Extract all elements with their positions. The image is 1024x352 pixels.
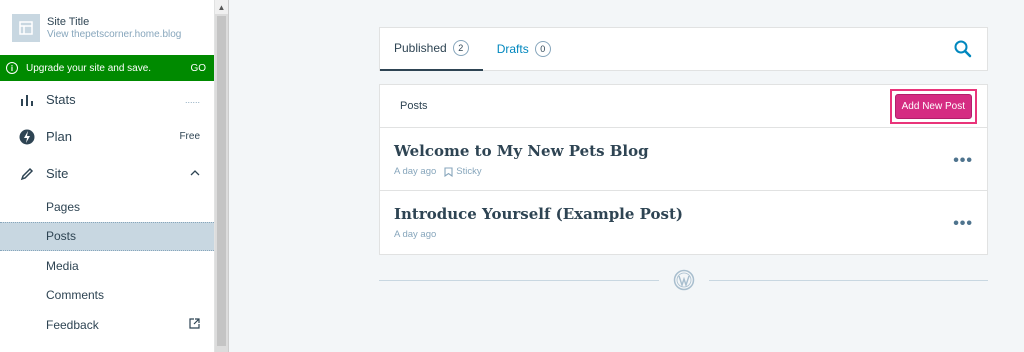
plan-icon — [18, 128, 36, 146]
sidebar-item-posts[interactable]: Posts — [0, 221, 214, 251]
sidebar-item-label: Stats — [46, 92, 76, 107]
add-post-highlight: Add New Post — [889, 88, 977, 124]
posts-list: Posts Add New Post Welcome to My New Pet… — [379, 84, 988, 255]
scroll-thumb[interactable] — [217, 16, 226, 346]
sidebar-item-media[interactable]: Media — [0, 251, 214, 281]
scroll-up-arrow-icon[interactable]: ▲ — [215, 0, 228, 14]
sidebar-item-stats[interactable]: Stats ...... — [0, 81, 214, 118]
sidebar: Site Title View thepetscorner.home.blog … — [0, 0, 215, 352]
posts-header-label: Posts — [400, 100, 428, 112]
stats-icon — [18, 91, 36, 109]
bookmark-icon — [444, 166, 453, 177]
wordpress-logo-icon — [673, 269, 695, 291]
tab-label: Published — [394, 41, 447, 55]
post-meta: A day ago Sticky — [394, 166, 973, 177]
stats-sparkline: ...... — [184, 94, 200, 105]
post-status-tabs: Published 2 Drafts 0 — [379, 27, 988, 71]
list-item[interactable]: Introduce Yourself (Example Post) A day … — [380, 191, 987, 254]
search-icon[interactable] — [953, 39, 973, 59]
add-new-post-button[interactable]: Add New Post — [894, 93, 972, 119]
post-title[interactable]: Welcome to My New Pets Blog — [394, 142, 973, 160]
tab-count: 0 — [534, 41, 551, 57]
site-icon — [12, 13, 40, 42]
post-date: A day ago — [394, 229, 437, 240]
tab-published[interactable]: Published 2 — [380, 27, 483, 71]
sticky-label: Sticky — [456, 166, 482, 177]
tab-drafts[interactable]: Drafts 0 — [483, 27, 565, 71]
divider-line — [708, 279, 988, 281]
upgrade-text: Upgrade your site and save. — [26, 62, 152, 74]
footer-divider — [379, 268, 988, 292]
sidebar-item-pages[interactable]: Pages — [0, 192, 214, 222]
posts-header: Posts Add New Post — [380, 85, 987, 128]
chevron-up-icon[interactable] — [190, 168, 200, 179]
site-title: Site Title — [47, 15, 90, 28]
sidebar-item-comments[interactable]: Comments — [0, 281, 214, 311]
post-meta: A day ago — [394, 229, 973, 240]
sidebar-item-label: Site — [46, 166, 69, 181]
upgrade-banner[interactable]: i Upgrade your site and save. GO — [0, 55, 214, 81]
pencil-icon — [18, 165, 36, 183]
more-options-icon[interactable]: ••• — [953, 152, 973, 170]
external-link-icon — [189, 318, 200, 332]
divider-line — [379, 279, 659, 281]
list-item[interactable]: Welcome to My New Pets Blog A day ago St… — [380, 128, 987, 191]
post-date: A day ago — [394, 166, 437, 177]
sidebar-item-feedback[interactable]: Feedback — [0, 310, 214, 340]
sticky-badge: Sticky — [444, 166, 482, 177]
upgrade-go-link[interactable]: GO — [190, 63, 206, 74]
tab-label: Drafts — [496, 42, 529, 56]
info-icon: i — [6, 62, 18, 74]
site-url[interactable]: View thepetscorner.home.blog — [47, 29, 181, 40]
sidebar-item-label: Feedback — [46, 317, 99, 332]
tab-count: 2 — [452, 40, 469, 56]
sidebar-item-site[interactable]: Site — [0, 155, 214, 192]
site-header[interactable]: Site Title View thepetscorner.home.blog — [0, 0, 214, 55]
post-title[interactable]: Introduce Yourself (Example Post) — [394, 205, 973, 223]
sidebar-scrollbar[interactable]: ▲ — [215, 0, 229, 352]
sidebar-item-label: Plan — [46, 129, 73, 144]
plan-badge: Free — [179, 131, 200, 142]
sidebar-item-plan[interactable]: Plan Free — [0, 118, 214, 155]
more-options-icon[interactable]: ••• — [953, 215, 973, 233]
